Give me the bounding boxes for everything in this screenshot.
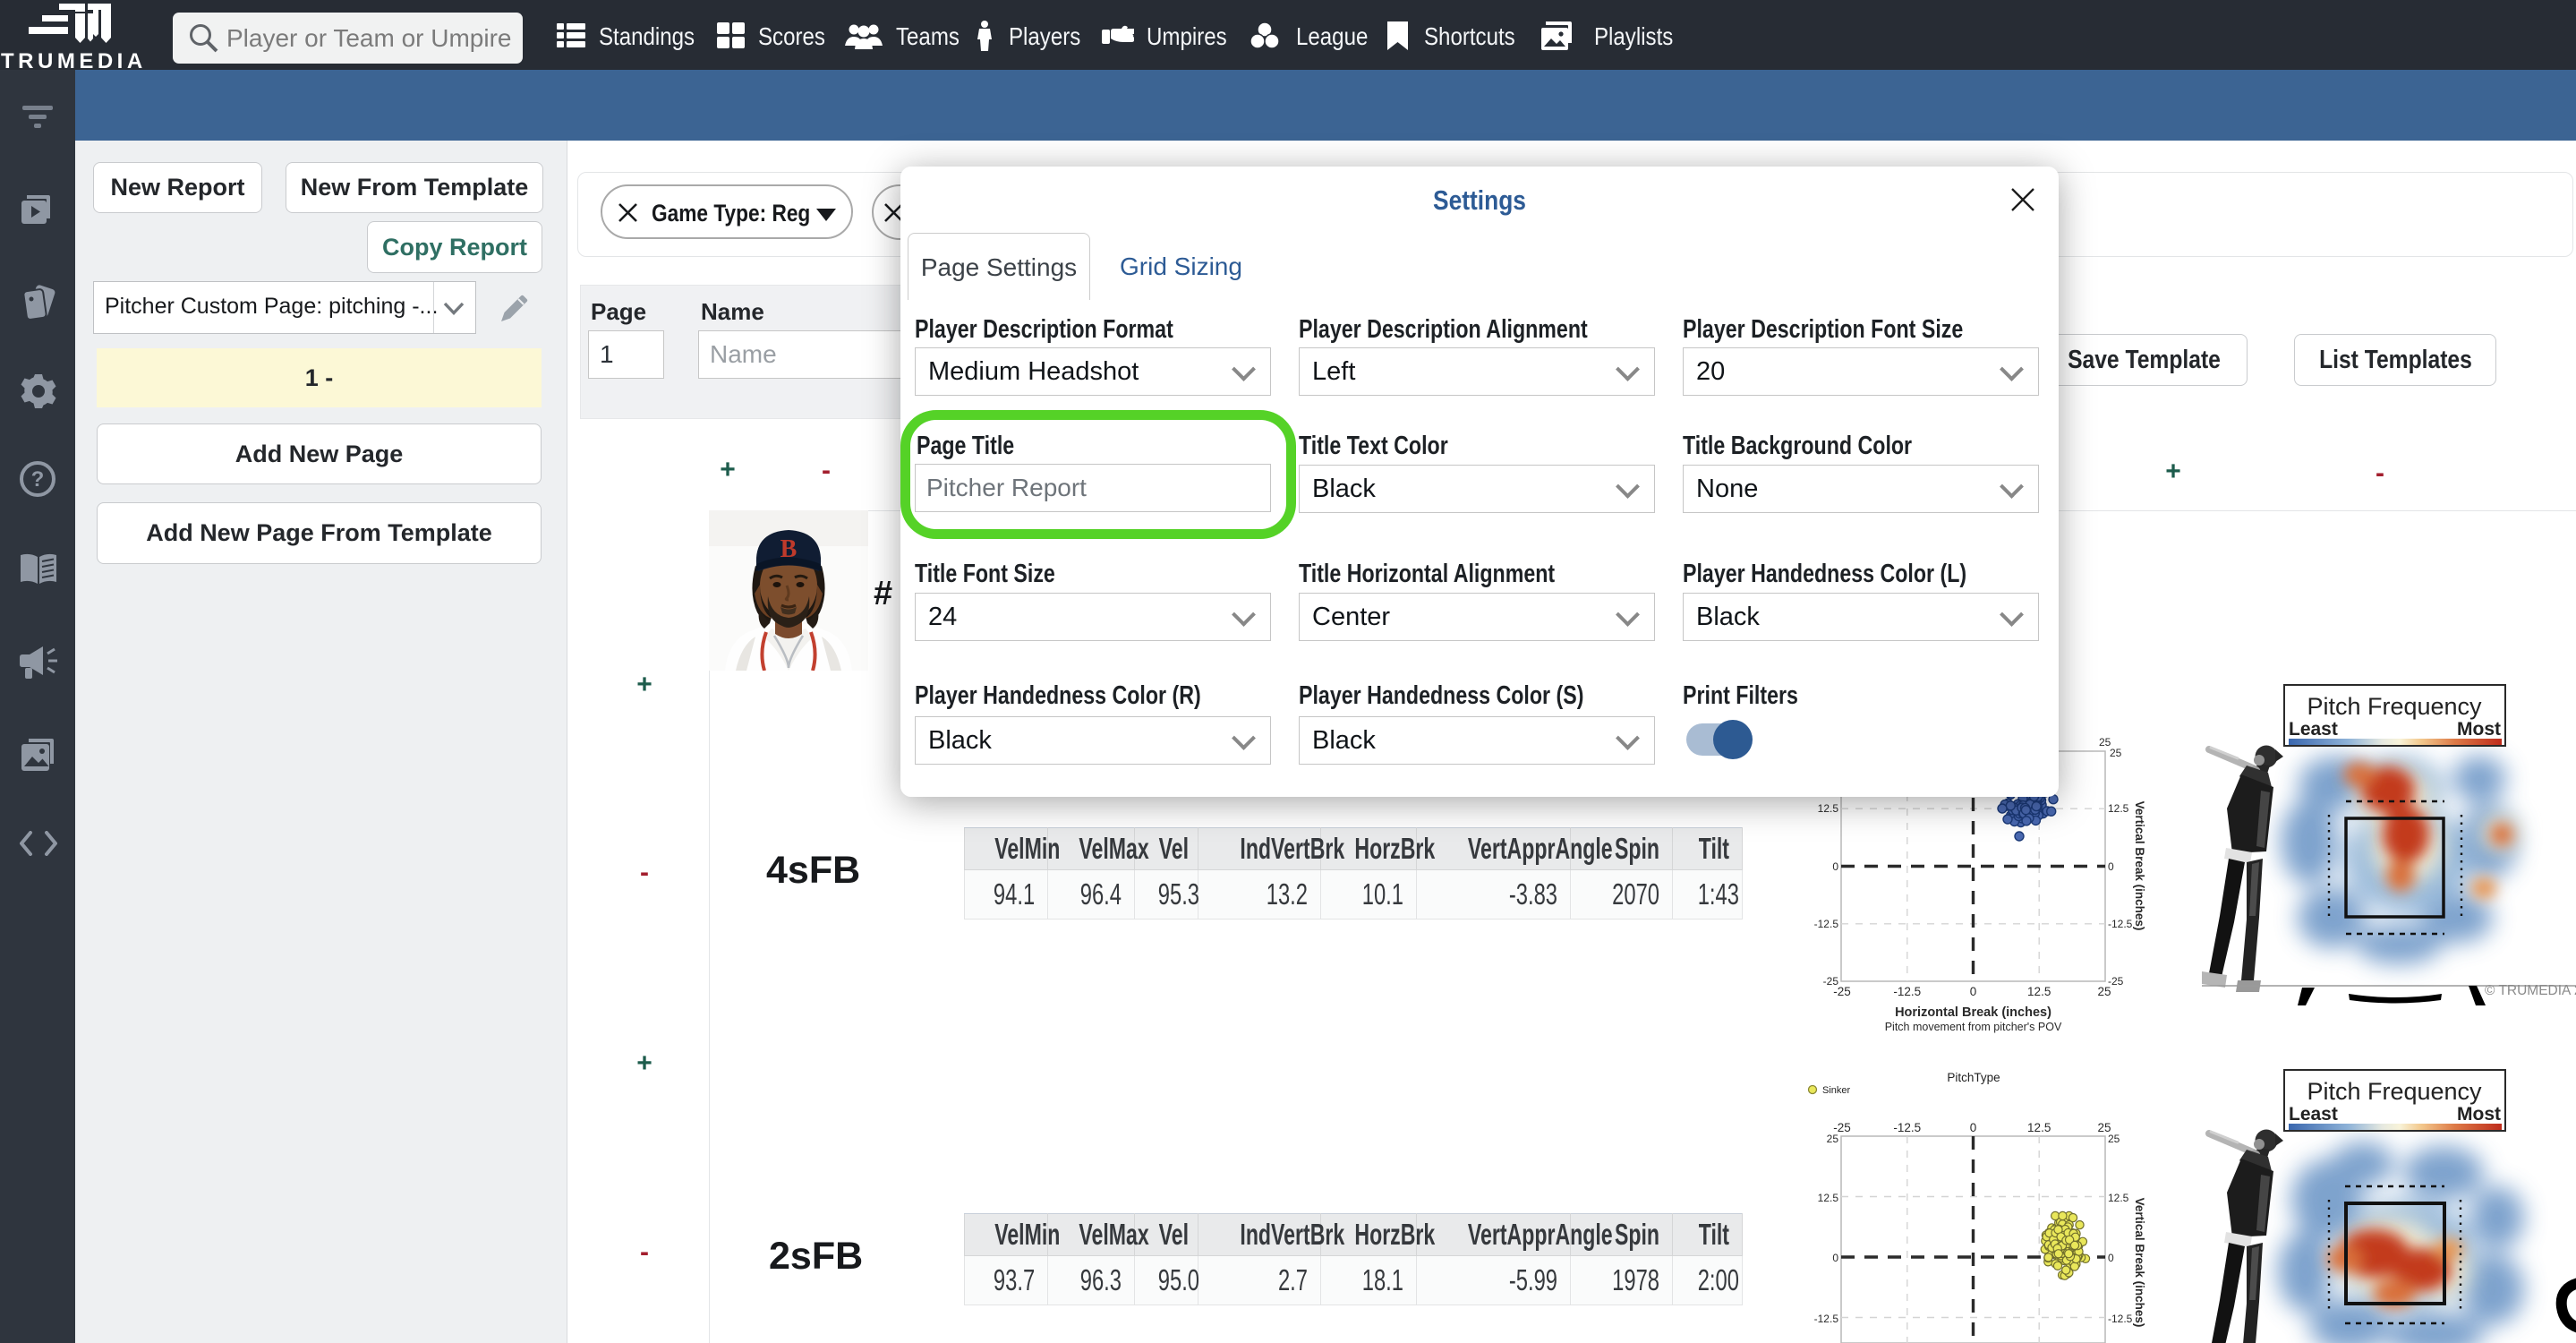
svg-text:12.5: 12.5 bbox=[1818, 1192, 1839, 1204]
svg-text:-12.5: -12.5 bbox=[1814, 1313, 1839, 1325]
svg-text:?: ? bbox=[31, 467, 45, 492]
svg-text:-12.5: -12.5 bbox=[1893, 1121, 1921, 1134]
svg-text:-12.5: -12.5 bbox=[1814, 918, 1839, 930]
svg-text:0: 0 bbox=[1970, 985, 1977, 998]
svg-text:-12.5: -12.5 bbox=[2108, 1313, 2133, 1325]
svg-text:Pitch movement from pitcher's: Pitch movement from pitcher's POV bbox=[1885, 1021, 2062, 1033]
svg-text:25: 25 bbox=[2110, 747, 2122, 759]
svg-text:0: 0 bbox=[1832, 860, 1838, 873]
svg-text:PitchType: PitchType bbox=[1947, 1071, 2000, 1084]
svg-text:12.5: 12.5 bbox=[2027, 1121, 2051, 1134]
svg-text:-12.5: -12.5 bbox=[1893, 985, 1921, 998]
svg-text:0: 0 bbox=[2108, 1252, 2114, 1264]
svg-text:-12.5: -12.5 bbox=[2108, 918, 2133, 930]
svg-text:Sinker: Sinker bbox=[1822, 1085, 1851, 1096]
svg-text:25: 25 bbox=[2108, 1133, 2120, 1145]
svg-text:25: 25 bbox=[1827, 1133, 1839, 1145]
svg-text:© TRUMEDIA 2024: © TRUMEDIA 2024 bbox=[2485, 983, 2576, 998]
svg-text:0: 0 bbox=[2108, 860, 2114, 873]
svg-text:12.5: 12.5 bbox=[1818, 802, 1839, 815]
svg-text:B: B bbox=[780, 535, 798, 563]
svg-text:Vertical Break (inches): Vertical Break (inches) bbox=[2133, 801, 2146, 931]
svg-text:12.5: 12.5 bbox=[2108, 802, 2129, 815]
svg-text:12.5: 12.5 bbox=[2108, 1192, 2129, 1204]
svg-text:25: 25 bbox=[2097, 985, 2111, 998]
svg-text:12.5: 12.5 bbox=[2027, 985, 2051, 998]
svg-text:-25: -25 bbox=[1833, 985, 1851, 998]
svg-text:0: 0 bbox=[1970, 1121, 1977, 1134]
svg-text:Horizontal Break (inches): Horizontal Break (inches) bbox=[1895, 1005, 2051, 1020]
svg-text:0: 0 bbox=[1832, 1252, 1838, 1264]
svg-text:Vertical Break (inches): Vertical Break (inches) bbox=[2133, 1198, 2146, 1328]
